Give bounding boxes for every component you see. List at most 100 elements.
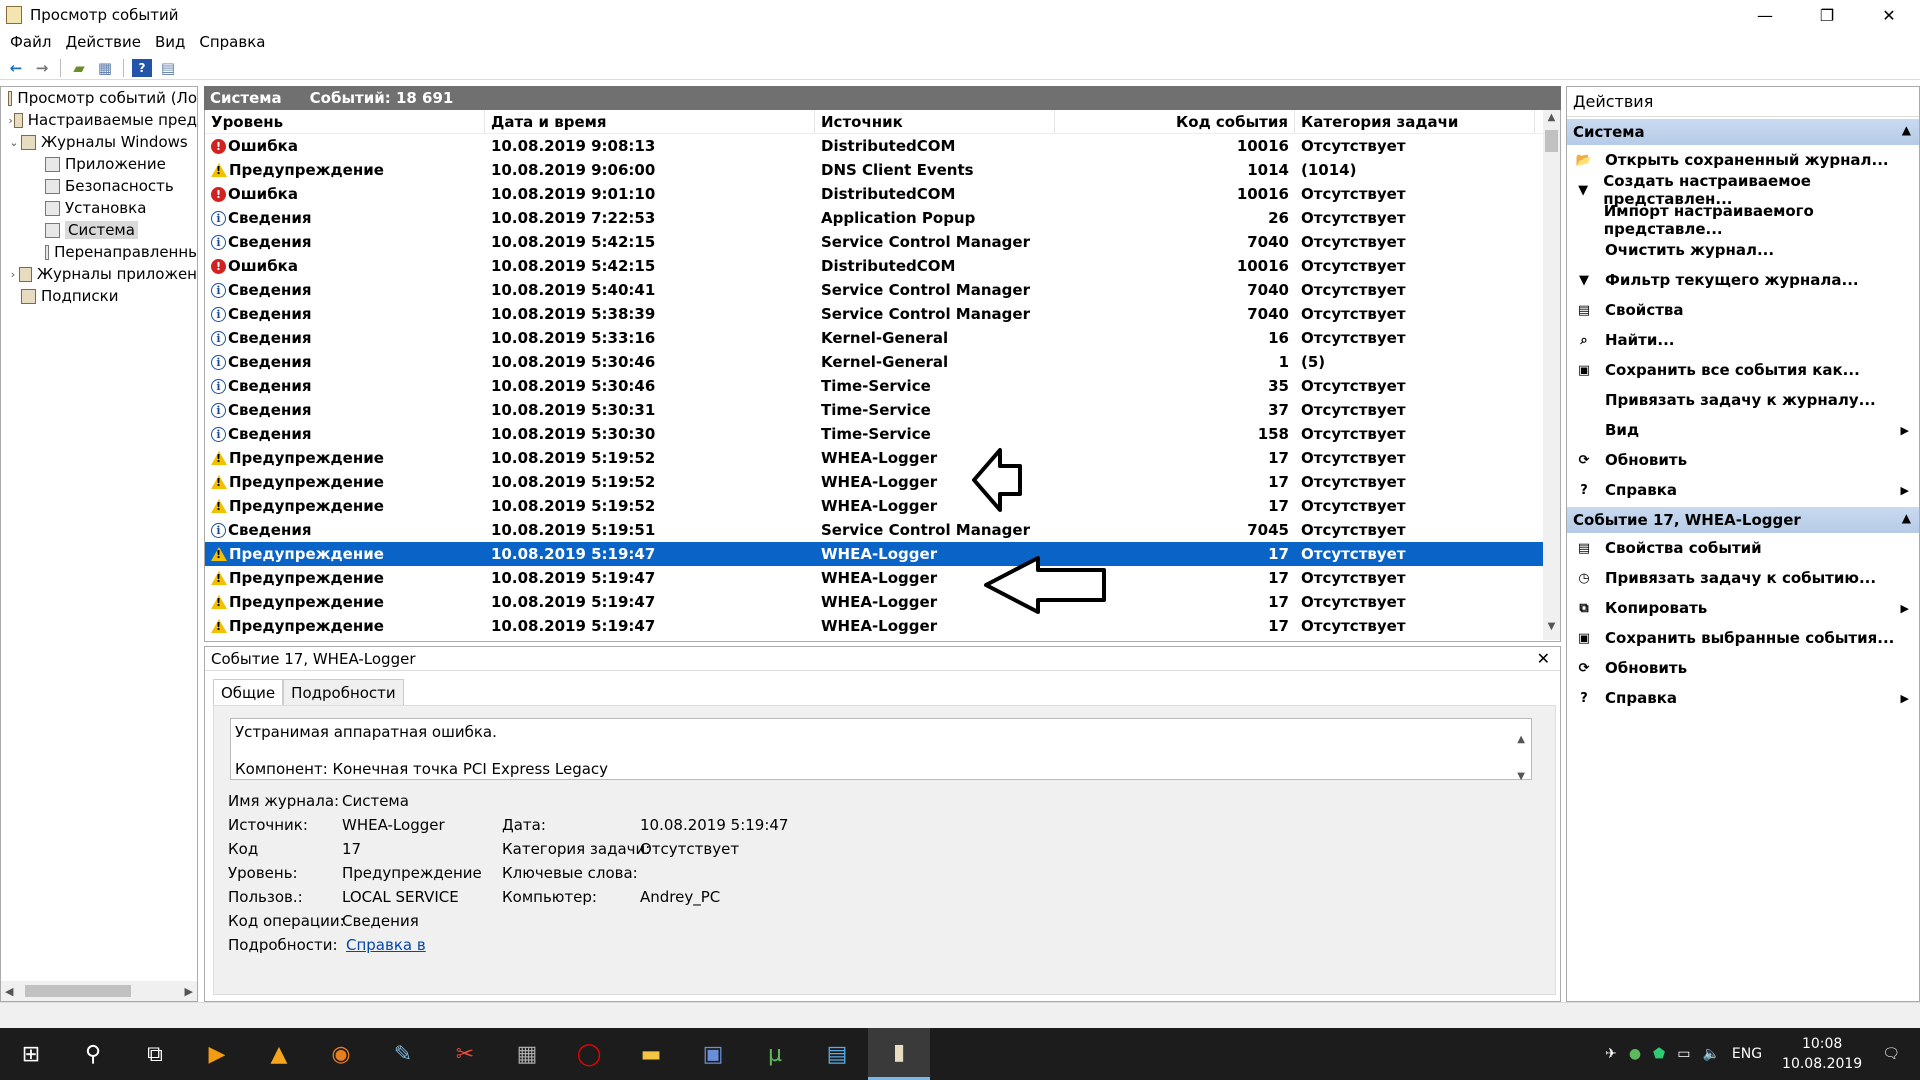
table-row[interactable]: i Сведения 10.08.2019 5:30:46 Kernel-Genera… [205,350,1560,374]
menu-file[interactable]: Файл [10,33,51,51]
eye-app-icon[interactable]: ◉ [310,1028,372,1080]
menu-help[interactable]: Справка [199,33,265,51]
tree-horizontal-scrollbar[interactable]: ◀ ▶ [1,981,197,1001]
action-item[interactable]: ◷ Привязать задачу к событию... [1567,563,1919,593]
action-item[interactable]: ▼ Фильтр текущего журнала... [1567,265,1919,295]
tree-item[interactable]: › Настраиваемые пред [1,109,197,131]
event-description[interactable]: Устранимая аппаратная ошибка. Компонент:… [230,718,1532,782]
menu-view[interactable]: Вид [155,33,185,51]
action-item[interactable]: Вид ▶ [1567,415,1919,445]
tree-item[interactable]: › Журналы приложен [1,263,197,285]
calculator-icon[interactable]: ▦ [496,1028,558,1080]
table-row[interactable]: Предупреждение 10.08.2019 5:19:52 WHEA-Log… [205,494,1560,518]
control-panel-icon[interactable]: ▤ [806,1028,868,1080]
language-indicator[interactable]: ENG [1732,1046,1762,1062]
table-row[interactable]: Предупреждение 10.08.2019 5:19:47 WHEA-Log… [205,614,1560,638]
search-icon[interactable]: ⚲ [62,1028,124,1080]
tree-item[interactable]: Система [1,219,197,241]
scroll-right-icon[interactable]: ▶ [185,985,193,998]
table-row[interactable]: i Сведения 10.08.2019 7:22:53 Application P… [205,206,1560,230]
minimize-button[interactable]: — [1734,0,1796,30]
scroll-left-icon[interactable]: ◀ [5,985,13,998]
table-row[interactable]: Предупреждение 10.08.2019 5:19:52 WHEA-Log… [205,470,1560,494]
tree-item[interactable]: Перенаправленнь [1,241,197,263]
utorrent-tray-icon[interactable]: ● [1629,1046,1641,1062]
notifications-icon[interactable]: 🗨 [1882,1046,1900,1062]
show-hide-tree-icon[interactable]: ▦ [95,59,115,77]
airplane-icon[interactable]: ✈ [1605,1046,1617,1062]
action-item[interactable]: ? Справка ▶ [1567,475,1919,505]
table-row[interactable]: Предупреждение 10.08.2019 5:19:47 WHEA-Log… [205,590,1560,614]
tree-item[interactable]: Установка [1,197,197,219]
column-source[interactable]: Источник [815,110,1055,134]
forward-arrow-icon[interactable]: → [32,59,52,77]
clock[interactable]: 10:08 10.08.2019 [1782,1034,1862,1074]
table-row[interactable]: i Сведения 10.08.2019 5:38:39 Service Contr… [205,302,1560,326]
actions-group-system[interactable]: Система ▲ [1567,119,1919,145]
action-item[interactable]: ⟳ Обновить [1567,445,1919,475]
actions-group-event[interactable]: Событие 17, WHEA-Logger ▲ [1567,507,1919,533]
close-detail-icon[interactable]: ✕ [1537,649,1550,668]
action-item[interactable]: ▤ Свойства [1567,295,1919,325]
table-row[interactable]: Предупреждение 10.08.2019 9:06:00 DNS Clie… [205,158,1560,182]
table-row[interactable]: Предупреждение 10.08.2019 5:19:52 WHEA-Log… [205,446,1560,470]
avast-icon[interactable]: ▲ [248,1028,310,1080]
action-item[interactable]: ▼ Создать настраиваемое представлен... [1567,172,1919,208]
collapse-up-icon[interactable]: ▲ [1902,511,1911,525]
collapse-up-icon[interactable]: ▲ [1902,123,1911,137]
tab-details[interactable]: Подробности [283,679,404,705]
table-row[interactable]: Предупреждение 10.08.2019 5:19:47 WHEA-Log… [205,542,1560,566]
tree-expander-icon[interactable]: › [7,114,14,127]
action-item[interactable]: 📂 Открыть сохраненный журнал... [1567,145,1919,175]
description-scroll-icon[interactable]: ▲ ▼ [1517,721,1525,795]
table-row[interactable]: i Сведения 10.08.2019 5:30:30 Time-Service 1… [205,422,1560,446]
action-item[interactable]: ⟳ Обновить [1567,653,1919,683]
table-row[interactable]: i Сведения 10.08.2019 5:30:46 Time-Service 3… [205,374,1560,398]
action-item[interactable]: Очистить журнал... [1567,235,1919,265]
table-row[interactable]: i Сведения 10.08.2019 5:42:15 Service Contr… [205,230,1560,254]
help-link[interactable]: Справка в [346,936,426,954]
tree-item[interactable]: ⌄ Журналы Windows [1,131,197,153]
media-player-icon[interactable]: ▶ [186,1028,248,1080]
tree-expander-icon[interactable]: › [7,268,19,281]
scroll-thumb[interactable] [25,985,131,997]
paint-icon[interactable]: ✎ [372,1028,434,1080]
table-row[interactable]: i Сведения 10.08.2019 5:19:51 Service Contr… [205,518,1560,542]
tree-item[interactable]: Приложение [1,153,197,175]
action-item[interactable]: Привязать задачу к журналу... [1567,385,1919,415]
table-row[interactable]: i Сведения 10.08.2019 5:40:41 Service Contr… [205,278,1560,302]
save-disk-icon[interactable]: ▣ [682,1028,744,1080]
task-view-icon[interactable]: ⧉ [124,1028,186,1080]
column-level[interactable]: Уровень [205,110,485,134]
event-list-scrollbar[interactable]: ▲ ▼ [1543,110,1560,640]
scroll-down-icon[interactable]: ▼ [1543,621,1560,638]
restore-button[interactable]: ❐ [1796,0,1858,30]
snipping-tool-icon[interactable]: ✂ [434,1028,496,1080]
column-date[interactable]: Дата и время [485,110,815,134]
tree-item[interactable]: Безопасность [1,175,197,197]
help-icon[interactable]: ? [132,58,152,77]
table-row[interactable]: ! Ошибка 10.08.2019 9:08:13 DistributedCOM 1… [205,134,1560,158]
table-row[interactable]: ! Ошибка 10.08.2019 9:01:10 DistributedCOM 1… [205,182,1560,206]
action-item[interactable]: Импорт настраиваемого представле... [1567,202,1919,238]
tree-expander-icon[interactable]: ⌄ [7,136,21,149]
event-viewer-taskbar-icon[interactable]: ▮ [868,1028,930,1080]
start-windows-icon[interactable]: ⊞ [0,1028,62,1080]
action-item[interactable]: ▤ Свойства событий [1567,533,1919,563]
network-icon[interactable]: ▭ [1677,1046,1690,1062]
tree-item[interactable]: Подписки [1,285,197,307]
table-row[interactable]: Предупреждение 10.08.2019 5:19:47 WHEA-Log… [205,566,1560,590]
scroll-up-icon[interactable]: ▲ [1543,112,1560,129]
tab-general[interactable]: Общие [213,679,284,705]
action-item[interactable]: ▣ Сохранить выбранные события... [1567,623,1919,653]
opera-browser-icon[interactable]: ◯ [558,1028,620,1080]
menu-action[interactable]: Действие [65,33,141,51]
security-shield-icon[interactable]: ⬟ [1653,1046,1665,1062]
table-row[interactable]: i Сведения 10.08.2019 5:33:16 Kernel-Genera… [205,326,1560,350]
show-actions-pane-icon[interactable]: ▤ [158,59,178,77]
utorrent-icon[interactable]: µ [744,1028,806,1080]
up-folder-icon[interactable]: ▰ [69,59,89,77]
action-item[interactable]: ▣ Сохранить все события как... [1567,355,1919,385]
column-event-code[interactable]: Код события [1055,110,1295,134]
column-task-category[interactable]: Категория задачи [1295,110,1535,134]
